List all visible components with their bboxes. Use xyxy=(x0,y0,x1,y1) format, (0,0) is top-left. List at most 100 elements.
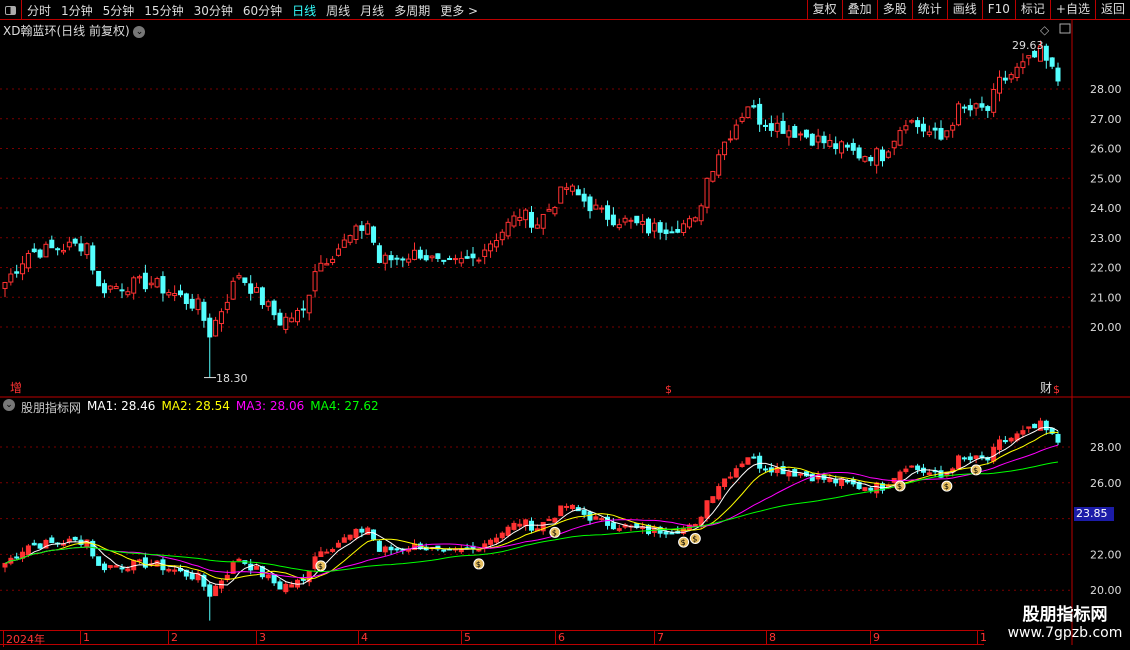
candle xyxy=(195,298,201,311)
candle xyxy=(1032,423,1038,429)
candle xyxy=(113,565,119,568)
candle xyxy=(780,120,786,134)
candle xyxy=(470,253,476,259)
candle xyxy=(72,536,78,541)
candle xyxy=(207,584,213,597)
candle xyxy=(786,130,792,138)
candle xyxy=(587,511,593,521)
candle xyxy=(663,229,669,234)
candle xyxy=(1026,55,1032,59)
candle xyxy=(722,478,728,488)
candle xyxy=(476,549,482,552)
candle xyxy=(341,537,347,543)
candle xyxy=(874,482,880,494)
candle xyxy=(1055,67,1061,82)
candle xyxy=(353,225,359,241)
candle xyxy=(739,463,745,467)
price-tick: 26.00 xyxy=(1090,477,1122,490)
candle xyxy=(686,218,692,228)
month-label: 3 xyxy=(256,631,266,644)
kline-chart[interactable]: 28.00 27.00 26.00 25.00 24.00 23.00 22.00 21.00… xyxy=(0,0,1130,650)
candle xyxy=(406,258,412,263)
candle xyxy=(447,258,453,261)
candle xyxy=(324,263,330,266)
candle xyxy=(926,131,932,136)
candle xyxy=(300,578,306,581)
candle xyxy=(891,140,897,149)
money-bag-symbol: $ xyxy=(973,466,978,475)
candle xyxy=(938,127,944,140)
candle xyxy=(119,567,125,570)
candle xyxy=(692,217,698,222)
candle xyxy=(704,177,710,208)
candle xyxy=(101,283,107,294)
candle xyxy=(564,505,570,508)
candle xyxy=(277,312,283,326)
candle xyxy=(154,278,160,288)
candle xyxy=(365,223,371,235)
candle xyxy=(903,125,909,131)
month-label: 1 xyxy=(80,631,90,644)
candle xyxy=(131,277,137,294)
month-label: 2 xyxy=(168,631,178,644)
candle xyxy=(101,563,107,571)
candle xyxy=(739,116,745,122)
candle xyxy=(499,532,505,539)
candle xyxy=(142,272,148,290)
candle xyxy=(254,287,260,293)
candle xyxy=(49,537,55,544)
candle xyxy=(289,584,295,588)
candle xyxy=(207,317,213,338)
candle xyxy=(827,139,833,147)
candle xyxy=(2,562,8,568)
candle xyxy=(230,280,236,300)
candle xyxy=(722,141,728,156)
marker-dollar[interactable]: $ xyxy=(1053,383,1060,396)
candle xyxy=(698,205,704,222)
marker-dollar[interactable]: $ xyxy=(665,383,672,396)
candle xyxy=(833,143,839,150)
candle xyxy=(675,229,681,233)
candle xyxy=(745,106,751,119)
diamond-icon[interactable]: ◇ xyxy=(1040,23,1050,37)
candle xyxy=(499,231,505,241)
candle xyxy=(885,151,891,158)
candle xyxy=(669,532,675,535)
candle xyxy=(558,505,564,517)
candle xyxy=(581,509,587,515)
candle xyxy=(1043,420,1049,431)
watermark: 股朋指标网 www.7gpzb.com xyxy=(1000,600,1130,641)
candle xyxy=(839,478,845,486)
candle xyxy=(868,487,874,491)
candle xyxy=(166,292,172,296)
panel-toggle-icon[interactable] xyxy=(1059,23,1071,34)
candle xyxy=(997,439,1002,450)
candle xyxy=(944,130,950,138)
candle xyxy=(382,546,388,553)
candle xyxy=(991,88,997,113)
candle xyxy=(897,130,903,146)
money-bag-symbol: $ xyxy=(681,538,686,547)
money-bag-symbol: $ xyxy=(552,528,557,537)
candle xyxy=(1002,77,1008,81)
price-tick: 20.00 xyxy=(1090,321,1122,334)
candle xyxy=(1026,426,1032,429)
candle xyxy=(546,208,552,212)
price-tick: 22.00 xyxy=(1090,262,1122,275)
candle xyxy=(575,189,581,196)
candle xyxy=(646,524,651,535)
candle xyxy=(792,125,798,138)
marker-zeng[interactable]: 增 xyxy=(10,381,22,395)
candle xyxy=(657,222,663,233)
candle xyxy=(523,209,529,221)
marker-cai[interactable]: 财 xyxy=(1040,381,1052,395)
month-label: 2024年 xyxy=(3,631,45,647)
candle xyxy=(628,219,634,222)
candle xyxy=(335,248,341,256)
watermark-url: www.7gpzb.com xyxy=(1007,625,1123,641)
candle xyxy=(488,243,494,252)
candle xyxy=(768,123,774,131)
candle xyxy=(599,207,605,210)
candle xyxy=(376,540,382,552)
candle xyxy=(850,142,856,151)
